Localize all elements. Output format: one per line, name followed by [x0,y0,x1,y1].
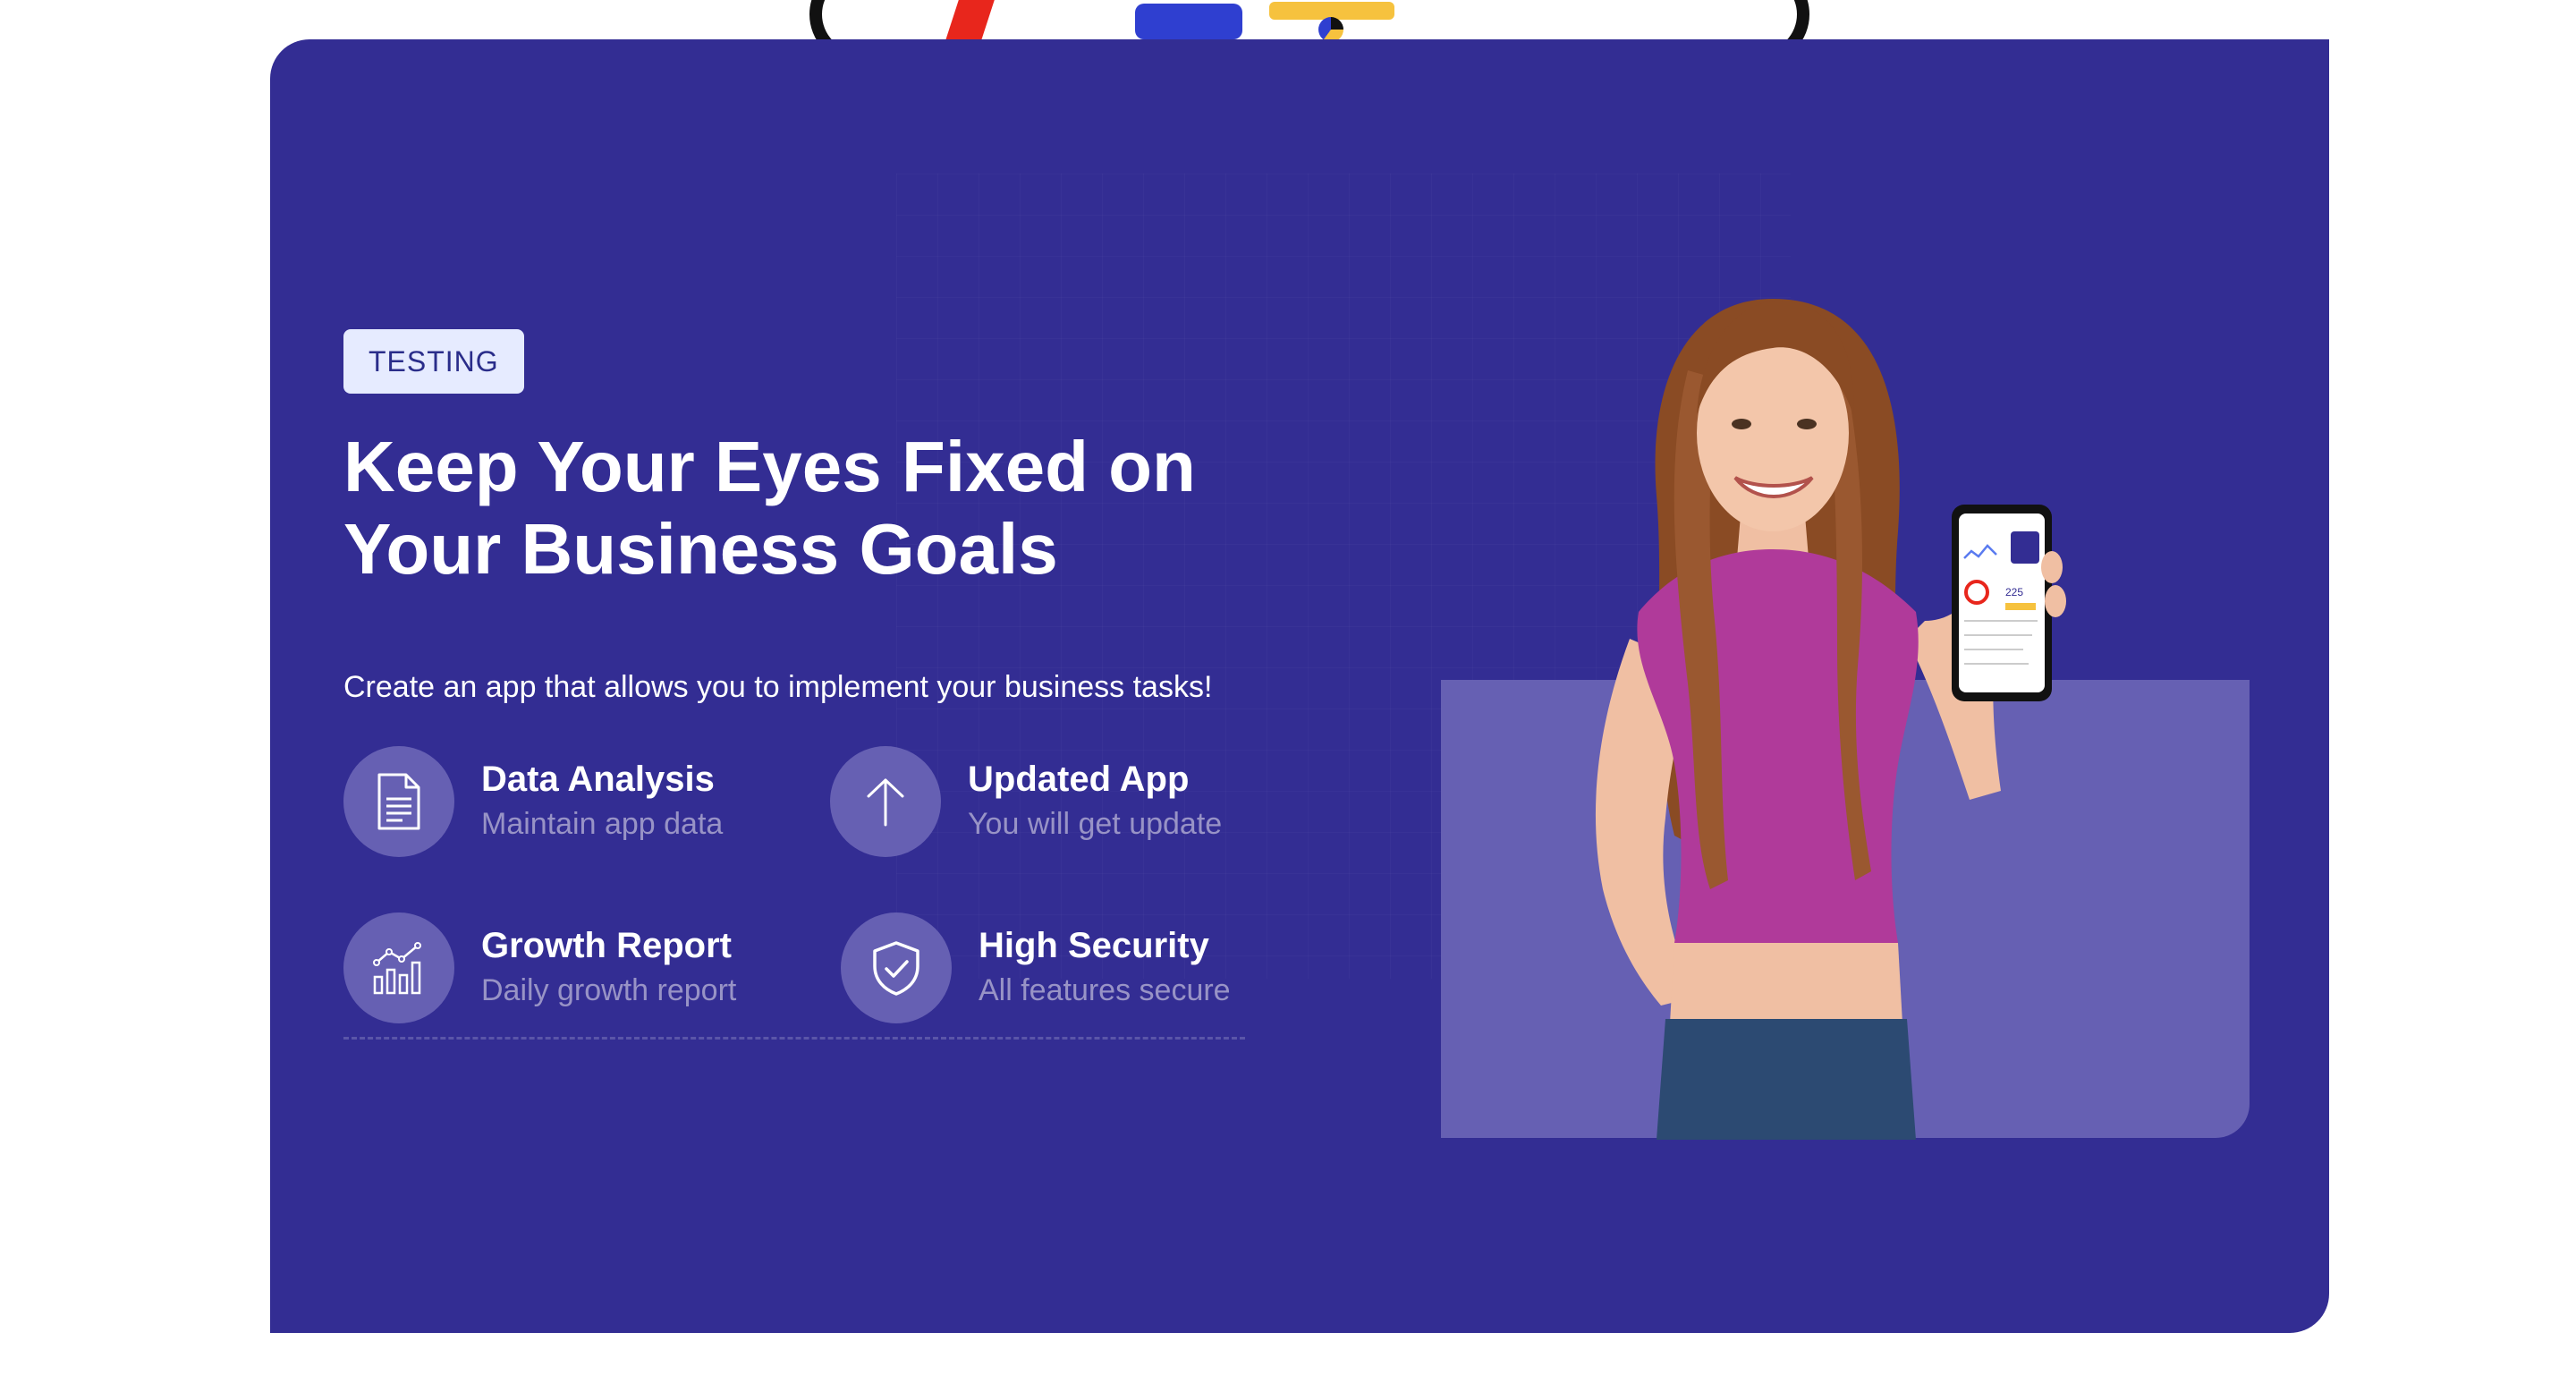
feature-growth-report: Growth Report Daily growth report [343,912,736,1023]
feature-desc: All features secure [979,973,1231,1007]
feature-texts: High Security All features secure [979,923,1231,1013]
feature-icon-circle [830,746,941,857]
document-icon [377,773,420,830]
mockup-pie-icon [1318,17,1343,42]
mockup-blue-shape [1135,4,1242,39]
feature-desc: You will get update [968,807,1223,841]
phone-screen-card [2011,531,2039,564]
feature-desc: Maintain app data [481,807,724,841]
feature-icon-circle [343,746,454,857]
feature-high-security: High Security All features secure [841,912,1231,1023]
feature-texts: Data Analysis Maintain app data [481,757,723,846]
headline-line-1: Keep Your Eyes Fixed on [343,427,1196,506]
shield-check-icon [873,941,919,996]
section-badge: TESTING [343,329,524,394]
arrow-up-icon [867,778,904,827]
woman-holding-phone-illustration: 225 [1595,299,2066,1140]
hero-panel: TESTING Keep Your Eyes Fixed on Your Bus… [270,39,2329,1333]
hero-headline: Keep Your Eyes Fixed on Your Business Go… [343,426,1417,590]
feature-data-analysis: Data Analysis Maintain app data [343,746,723,857]
feature-icon-circle [343,912,454,1023]
dashed-divider [343,1037,1245,1040]
feature-texts: Growth Report Daily growth report [481,923,736,1013]
feature-desc: Daily growth report [481,973,737,1007]
headline-line-2: Your Business Goals [343,509,1058,589]
hero-subtext: Create an app that allows you to impleme… [343,670,1213,704]
growth-chart-icon [373,942,421,995]
feature-title: Data Analysis [481,760,715,799]
feature-texts: Updated App You will get update [968,757,1222,846]
feature-title: High Security [979,926,1209,965]
feature-title: Growth Report [481,926,732,965]
feature-icon-circle [841,912,952,1023]
feature-updated-app: Updated App You will get update [830,746,1222,857]
feature-title: Updated App [968,760,1190,799]
phone-screen-metric: 225 [2005,586,2023,598]
